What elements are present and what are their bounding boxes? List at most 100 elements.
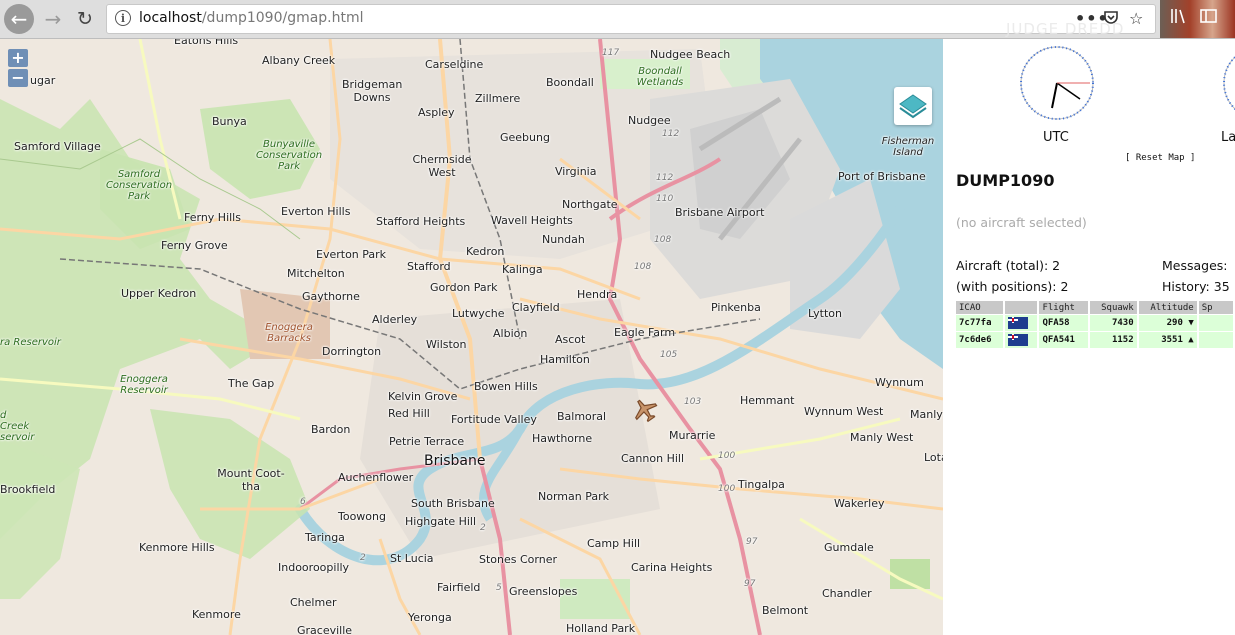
icao-cell: 7c6de6 — [956, 332, 1004, 348]
suburb-label: Virginia — [555, 165, 597, 178]
clock-face-icon — [1223, 55, 1235, 111]
map-view[interactable]: Eatons Hills Albany Creek Carseldine Nud… — [0, 39, 943, 635]
flight-cell: QFA541 — [1039, 332, 1088, 348]
url-text[interactable]: localhost/dump1090/gmap.html — [139, 10, 364, 26]
bookmark-star-icon[interactable]: ☆ — [1129, 9, 1143, 28]
suburb-label: Chermside West — [412, 153, 472, 179]
zoom-in-button[interactable]: + — [8, 49, 28, 67]
messages-count: Messages: — [1162, 258, 1228, 273]
suburb-label: Wilston — [426, 338, 467, 351]
layers-icon — [899, 94, 927, 119]
suburb-label: Zillmere — [475, 92, 521, 105]
suburb-label: Wakerley — [834, 497, 885, 510]
suburb-label: Kelvin Grove — [388, 390, 458, 403]
suburb-label: Everton Park — [316, 248, 387, 261]
suburb-label: Samford Village — [14, 140, 101, 153]
suburb-label: Gordon Park — [430, 281, 498, 294]
road-number: 108 — [634, 262, 652, 272]
suburb-label: Yeronga — [408, 611, 452, 624]
suburb-label: Toowong — [338, 510, 386, 523]
app-title: DUMP1090 — [956, 171, 1055, 190]
column-header-flight[interactable]: Flight — [1039, 301, 1088, 314]
icao-cell: 7c77fa — [956, 315, 1004, 331]
suburb-label: Balmoral — [557, 410, 607, 423]
suburb-label: Wynnum — [875, 376, 924, 389]
road-number: 2 — [480, 523, 486, 533]
park-label: Boondall Wetlands — [636, 66, 684, 88]
suburb-label: Chelmer — [290, 596, 337, 609]
suburb-label: Stones Corner — [479, 553, 557, 566]
suburb-label: Boondall — [546, 76, 594, 89]
suburb-label: St Lucia — [390, 552, 434, 565]
suburb-label: Clayfield — [512, 301, 560, 314]
forward-arrow-icon[interactable]: → — [38, 4, 68, 34]
suburb-label: Aspley — [418, 106, 455, 119]
table-row[interactable]: 7c6de6 QFA541 1152 3551 ▲ — [956, 332, 1233, 348]
column-header-icao[interactable]: ICAO — [956, 301, 1004, 314]
suburb-label: Carina Heights — [631, 561, 713, 574]
suburb-label: Cannon Hill — [621, 452, 685, 465]
suburb-label: Gaythorne — [302, 290, 360, 303]
suburb-label: ugar — [30, 74, 56, 87]
road-number: 6 — [300, 497, 306, 507]
column-header-squawk[interactable]: Squawk — [1089, 301, 1137, 314]
road-number: 100 — [718, 484, 736, 494]
table-row[interactable]: 7c77fa QFA58 7430 290 ▼ — [956, 315, 1233, 331]
suburb-label: Stafford — [407, 260, 451, 273]
country-flag-cell — [1005, 315, 1038, 331]
suburb-label: Ferny Grove — [161, 239, 228, 252]
suburb-label: Ferny Hills — [184, 211, 241, 224]
suburb-label: Kedron — [466, 245, 505, 258]
suburb-label: Bunya — [212, 115, 247, 128]
suburb-label: Lutwyche — [452, 307, 505, 320]
suburb-label: Belmont — [762, 604, 809, 617]
suburb-label: Bridgeman Downs — [342, 78, 403, 104]
column-header-country[interactable] — [1005, 301, 1038, 314]
address-bar[interactable]: i localhost/dump1090/gmap.html ••• ☆ — [106, 4, 1156, 34]
reload-icon[interactable]: ↻ — [70, 4, 100, 34]
suburb-label: Bowen Hills — [474, 380, 538, 393]
table-header-row: ICAO Flight Squawk Altitude Sp — [956, 301, 1233, 314]
reset-map-button[interactable]: [ Reset Map ] — [1125, 153, 1195, 163]
suburb-label: Camp Hill — [587, 537, 641, 550]
squawk-cell: 1152 — [1089, 332, 1137, 348]
suburb-label: Kalinga — [502, 263, 543, 276]
suburb-label: Eagle Farm — [614, 326, 676, 339]
info-icon[interactable]: i — [115, 10, 131, 26]
park-label: Enoggera Barracks — [265, 322, 313, 344]
road-number: 112 — [656, 173, 674, 183]
selection-status: (no aircraft selected) — [956, 215, 1087, 230]
suburb-label: Albany Creek — [262, 54, 336, 67]
suburb-label: Norman Park — [538, 490, 609, 503]
park-label: Enoggera Reservoir — [120, 374, 168, 396]
suburb-label: Chandler — [822, 587, 872, 600]
squawk-cell: 7430 — [1089, 315, 1137, 331]
library-icon[interactable] — [1170, 8, 1188, 28]
suburb-label: South Brisbane — [411, 497, 495, 510]
layer-switcher-button[interactable] — [894, 87, 932, 125]
suburb-label: Northgate — [562, 198, 618, 211]
suburb-label: Manly — [910, 408, 943, 421]
sidebar-icon[interactable] — [1200, 8, 1218, 28]
suburb-label: Fisherman Island — [881, 136, 935, 158]
australia-flag-icon — [1008, 334, 1029, 346]
suburb-label: Indooroopilly — [278, 561, 350, 574]
suburb-label: Lota — [924, 451, 943, 464]
suburb-label: Lytton — [808, 307, 842, 320]
park-label: ra Reservoir — [0, 337, 61, 348]
park-label: Samford Conservation Park — [105, 169, 173, 202]
zoom-out-button[interactable]: − — [8, 69, 28, 87]
local-clock — [1221, 44, 1235, 126]
road-number: 117 — [602, 48, 620, 58]
road-number: 103 — [684, 397, 702, 407]
suburb-label: Wavell Heights — [491, 214, 573, 227]
column-header-altitude[interactable]: Altitude — [1138, 301, 1197, 314]
back-arrow-icon[interactable]: ← — [4, 4, 34, 34]
info-panel: UTC La [ Reset Map ] DUMP1090 (no aircra… — [943, 39, 1235, 635]
suburb-label: Geebung — [500, 131, 550, 144]
suburb-label: Fortitude Valley — [451, 413, 537, 426]
column-header-speed[interactable]: Sp — [1198, 301, 1233, 314]
road-number: 105 — [660, 350, 678, 360]
clock-face-icon — [1020, 46, 1094, 120]
suburb-label: Tingalpa — [738, 478, 785, 491]
